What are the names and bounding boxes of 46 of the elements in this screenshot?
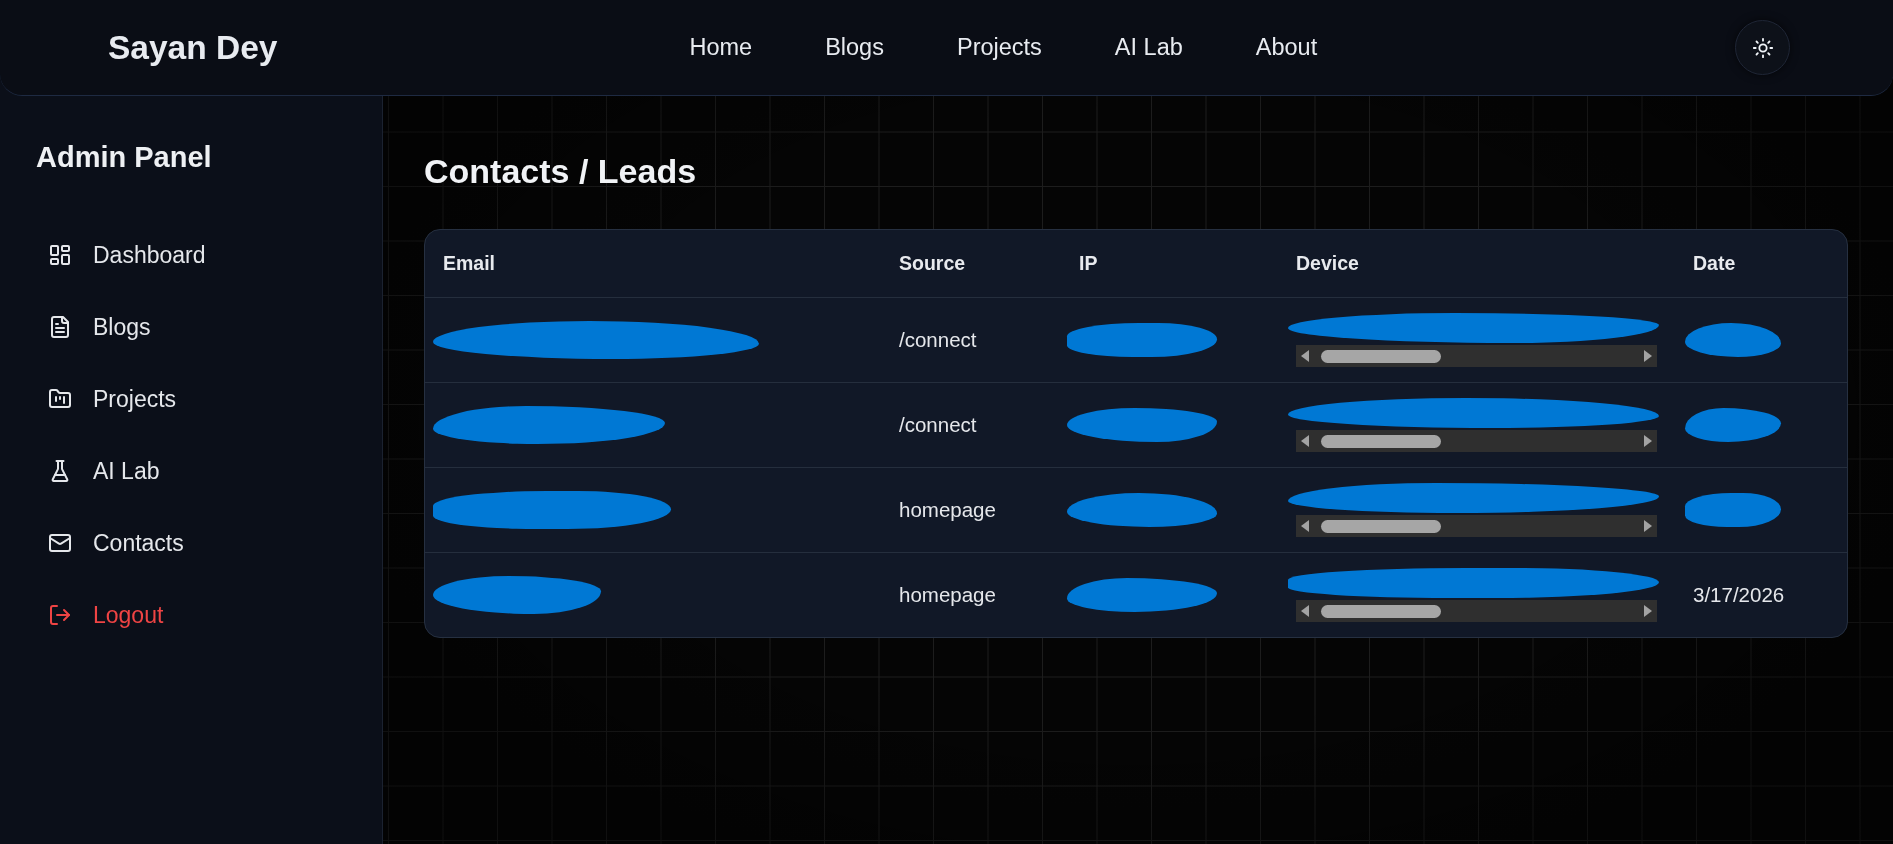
- scroll-right-arrow-icon[interactable]: [1643, 350, 1652, 362]
- column-header: IP: [1079, 252, 1098, 275]
- horizontal-scrollbar[interactable]: [1296, 345, 1657, 367]
- scrollbar-thumb[interactable]: [1321, 434, 1441, 448]
- scroll-right-arrow-icon[interactable]: [1643, 520, 1652, 532]
- sidebar-item[interactable]: Logout: [48, 591, 164, 639]
- table-cell: 3/17/2026: [1693, 583, 1785, 607]
- layout-grid-icon: [48, 243, 72, 267]
- scrollbar-thumb[interactable]: [1321, 604, 1441, 618]
- sidebar-item[interactable]: Contacts: [48, 519, 184, 567]
- table-cell: /connect: [899, 328, 977, 352]
- sidebar-item[interactable]: Projects: [48, 375, 177, 423]
- column-header: Device: [1296, 252, 1359, 275]
- column-header: Email: [443, 252, 496, 275]
- nav-link[interactable]: About: [1255, 34, 1318, 61]
- nav-link[interactable]: Projects: [956, 34, 1042, 61]
- column-header: Date: [1693, 252, 1736, 275]
- scroll-right-arrow-icon[interactable]: [1643, 605, 1652, 617]
- horizontal-scrollbar[interactable]: [1296, 600, 1657, 622]
- table-cell: /connect: [899, 413, 977, 437]
- envelope-icon: [48, 531, 72, 555]
- scrollbar-thumb[interactable]: [1321, 519, 1441, 533]
- scroll-right-arrow-icon[interactable]: [1643, 435, 1652, 447]
- table-cell: homepage: [899, 498, 996, 522]
- scroll-left-arrow-icon[interactable]: [1301, 350, 1310, 362]
- sun-icon: [1751, 36, 1774, 59]
- horizontal-scrollbar[interactable]: [1296, 430, 1657, 452]
- sidebar-item[interactable]: AI Lab: [48, 447, 160, 495]
- scroll-left-arrow-icon[interactable]: [1301, 520, 1310, 532]
- table-cell: homepage: [899, 583, 996, 607]
- nav-link[interactable]: Blogs: [825, 34, 884, 61]
- document-icon: [48, 315, 72, 339]
- nav-link[interactable]: AI Lab: [1114, 34, 1183, 61]
- site-title[interactable]: Sayan Dey: [108, 28, 278, 67]
- nav-link[interactable]: Home: [689, 34, 753, 61]
- sidebar-item[interactable]: Blogs: [48, 303, 151, 351]
- scrollbar-thumb[interactable]: [1321, 349, 1441, 363]
- sidebar-item[interactable]: Dashboard: [48, 231, 206, 279]
- column-header: Source: [899, 252, 966, 275]
- horizontal-scrollbar[interactable]: [1296, 515, 1657, 537]
- scroll-left-arrow-icon[interactable]: [1301, 435, 1310, 447]
- page-heading: Contacts / Leads: [424, 151, 697, 191]
- folder-icon: [48, 387, 72, 411]
- logout-icon: [48, 603, 72, 627]
- sidebar-title: Admin Panel: [36, 141, 212, 173]
- scroll-left-arrow-icon[interactable]: [1301, 605, 1310, 617]
